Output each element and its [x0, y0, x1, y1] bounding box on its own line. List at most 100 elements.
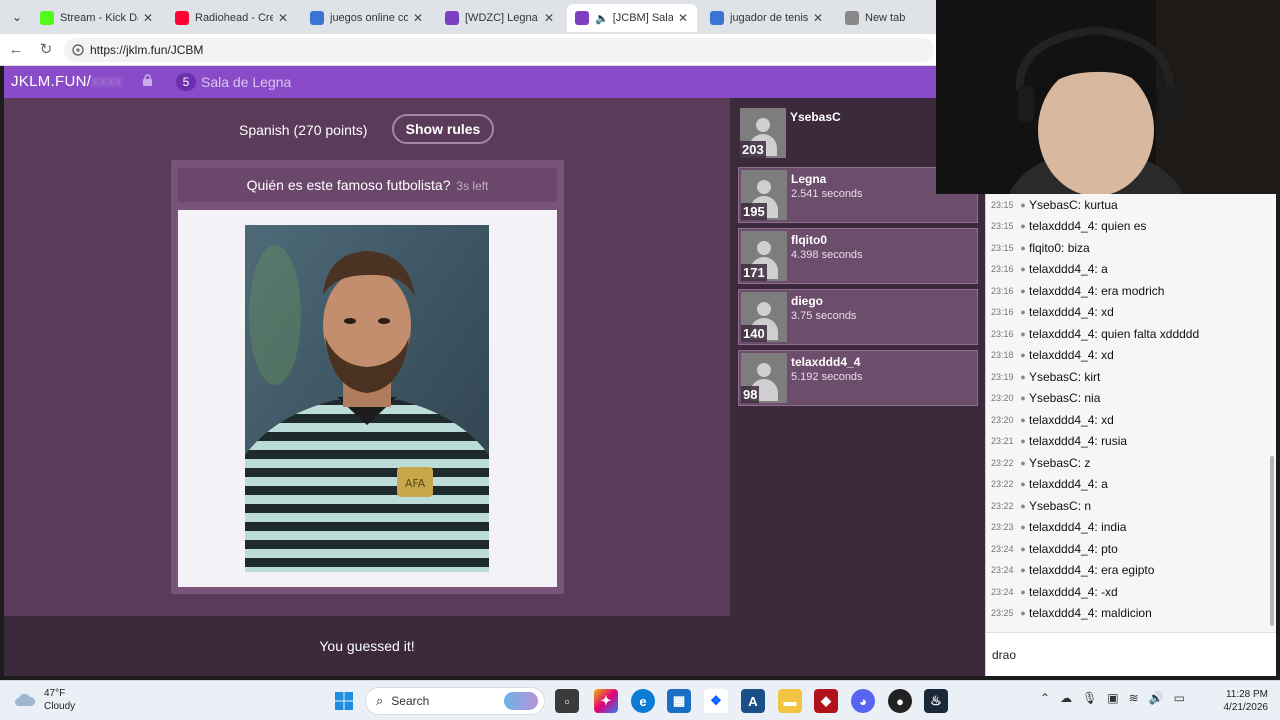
browser-tab[interactable]: Radiohead - Creep ✕	[167, 4, 297, 32]
chat-username[interactable]: telaxddd4_4	[1029, 413, 1094, 427]
lock-icon	[142, 74, 153, 89]
browser-tab[interactable]: jugador de tenis - S ✕	[702, 4, 832, 32]
browser-tab[interactable]: Stream - Kick Dashb ✕	[32, 4, 162, 32]
browser-tab[interactable]: [WDZC] Legna ✕	[437, 4, 563, 32]
player-name: flqito0	[791, 233, 827, 247]
tab-list-chevron-icon[interactable]: ⌄	[6, 6, 28, 28]
player-name: telaxddd4_4	[791, 355, 861, 369]
chat-separator: :	[1094, 606, 1102, 620]
back-arrow-icon[interactable]: ←	[6, 40, 26, 60]
close-tab-icon[interactable]: ✕	[812, 11, 824, 25]
leaderboard-player[interactable]: 171 flqito0 4.398 seconds	[738, 228, 978, 284]
browser-tab[interactable]: New tab	[837, 4, 932, 32]
copilot-icon[interactable]: ✦	[594, 689, 618, 713]
chat-scrollbar[interactable]	[1270, 456, 1274, 626]
wifi-icon[interactable]: ≋	[1129, 691, 1139, 705]
chat-separator: :	[1094, 541, 1102, 556]
site-info-icon[interactable]	[72, 44, 84, 56]
chat-message: 23:15 ● flqito0: biza	[991, 237, 1090, 258]
taskbar-clock[interactable]: 11:28 PM 4/21/2026	[1208, 688, 1269, 714]
browser-tab[interactable]: juegos online con a ✕	[302, 4, 432, 32]
chat-message: 23:20 ● telaxddd4_4: xd	[991, 409, 1114, 430]
dropbox-icon[interactable]: ❖	[704, 689, 728, 713]
store-icon[interactable]: ▦	[667, 689, 691, 713]
chat-username[interactable]: telaxddd4_4	[1029, 585, 1094, 599]
chat-username[interactable]: YsebasC	[1029, 370, 1078, 384]
battery-icon[interactable]: ▭	[1174, 691, 1185, 705]
steam-icon[interactable]: ♨	[924, 689, 948, 713]
chat-username[interactable]: YsebasC	[1029, 391, 1078, 405]
app-icon[interactable]: A	[741, 689, 765, 713]
user-icon: ●	[1020, 414, 1026, 425]
chat-message: 23:21 ● telaxddd4_4: rusia	[991, 431, 1127, 452]
chat-message: 23:24 ● telaxddd4_4: pto	[991, 538, 1118, 559]
address-bar[interactable]: https://jklm.fun/JCBM	[64, 38, 934, 62]
browser-toolbar: ← ↻ https://jklm.fun/JCBM	[0, 34, 936, 66]
chat-username[interactable]: YsebasC	[1029, 198, 1078, 212]
chat-text: era egipto	[1101, 563, 1155, 577]
chat-username[interactable]: telaxddd4_4	[1029, 434, 1094, 448]
chat-username[interactable]: telaxddd4_4	[1029, 606, 1094, 620]
notifications-icon[interactable]: ▣	[1107, 691, 1118, 705]
reload-icon[interactable]: ↻	[36, 40, 56, 60]
taskbar-search[interactable]: ⌕ Search	[365, 687, 545, 715]
close-tab-icon[interactable]: ✕	[277, 11, 289, 25]
leaderboard-player[interactable]: 140 diego 3.75 seconds	[738, 289, 978, 345]
onedrive-icon[interactable]: ☁	[1060, 691, 1072, 705]
chat-separator: :	[1077, 369, 1085, 384]
chat-input[interactable]	[985, 632, 1276, 676]
browser-tab[interactable]: 🔈[JCBM] Sala de ✕	[567, 4, 697, 32]
user-icon: ●	[1020, 436, 1026, 446]
windows-start-icon[interactable]	[332, 689, 356, 713]
chat-timestamp: 23:20	[991, 414, 1014, 425]
chat-separator: :	[1061, 240, 1068, 255]
edge-browser-icon[interactable]: e	[631, 689, 655, 713]
chat-separator: :	[1077, 197, 1085, 212]
game-app-icon[interactable]: ◆	[814, 689, 838, 713]
weather-widget[interactable]: 47°F Cloudy	[14, 687, 75, 713]
search-highlight-icon	[504, 692, 538, 710]
obs-icon[interactable]: ●	[888, 689, 912, 713]
chat-username[interactable]: flqito0	[1029, 241, 1061, 255]
site-logo[interactable]: JKLM.FUN/xxxx	[11, 73, 122, 90]
close-tab-icon[interactable]: ✕	[142, 11, 154, 25]
player-score: 195	[741, 203, 767, 220]
chat-username[interactable]: telaxddd4_4	[1029, 520, 1094, 534]
user-icon: ●	[1020, 307, 1026, 317]
file-explorer-icon[interactable]: ▬	[778, 689, 802, 713]
weather-condition: Cloudy	[44, 701, 76, 712]
chat-username[interactable]: YsebasC	[1029, 456, 1078, 470]
chat-username[interactable]: telaxddd4_4	[1029, 563, 1094, 577]
discord-icon[interactable]: ◕	[851, 689, 875, 713]
chat-text: nia	[1084, 391, 1101, 405]
chat-username[interactable]: telaxddd4_4	[1029, 305, 1094, 319]
chat-username[interactable]: telaxddd4_4	[1029, 219, 1094, 233]
speaker-icon[interactable]: 🔈	[595, 12, 609, 25]
chat-username[interactable]: telaxddd4_4	[1029, 262, 1094, 276]
chat-username[interactable]: telaxddd4_4	[1029, 477, 1094, 491]
show-rules-button[interactable]: Show rules	[392, 114, 494, 144]
chat-username[interactable]: telaxddd4_4	[1029, 327, 1094, 341]
new-tab-icon	[845, 11, 859, 25]
player-answer-time: 5.192 seconds	[791, 371, 863, 383]
user-icon: ●	[1020, 500, 1026, 511]
chat-message: 23:22 ● telaxddd4_4: a	[991, 474, 1108, 495]
chat-username[interactable]: telaxddd4_4	[1029, 348, 1094, 362]
close-tab-icon[interactable]: ✕	[412, 11, 424, 25]
volume-icon[interactable]: 🔊	[1149, 691, 1164, 705]
chat-timestamp: 23:21	[991, 436, 1014, 446]
user-icon: ●	[1020, 350, 1026, 360]
chat-username[interactable]: YsebasC	[1029, 499, 1078, 513]
tray-chevron-up-icon[interactable]: ⌃	[1040, 691, 1050, 705]
microphone-icon[interactable]: 🎙	[1082, 691, 1097, 705]
close-tab-icon[interactable]: ✕	[677, 11, 689, 25]
player-score: 98	[741, 386, 760, 403]
chat-log[interactable]: 23:15 ● YsebasC: kurtua 23:15 ● telaxddd4_4: …	[985, 194, 1276, 632]
leaderboard-player[interactable]: 98 telaxddd4_4 5.192 seconds	[738, 350, 978, 406]
task-view-icon[interactable]: ▫	[555, 689, 579, 713]
close-tab-icon[interactable]: ✕	[543, 11, 555, 25]
chat-username[interactable]: telaxddd4_4	[1029, 284, 1094, 298]
chat-username[interactable]: telaxddd4_4	[1029, 542, 1094, 556]
room-name: Sala de Legna	[201, 74, 292, 90]
chat-text: z	[1084, 455, 1091, 470]
